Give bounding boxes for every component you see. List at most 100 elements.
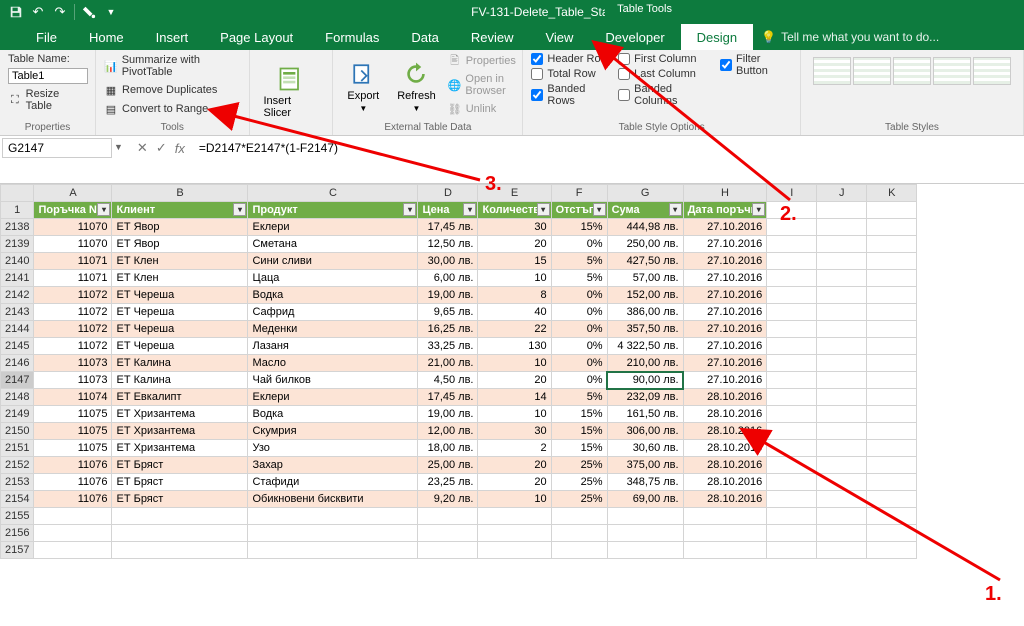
cell[interactable]: 25,00 лв.	[418, 457, 478, 474]
row-header[interactable]: 2139	[1, 236, 34, 253]
cell[interactable]: Захар	[248, 457, 418, 474]
cell[interactable]: 15%	[551, 219, 607, 236]
cell[interactable]: 27.10.2016	[683, 355, 767, 372]
cell[interactable]	[418, 508, 478, 525]
table-column-header[interactable]: Отстъпк▾	[551, 202, 607, 219]
cell[interactable]: Сафрид	[248, 304, 418, 321]
cell[interactable]: 11074	[34, 389, 112, 406]
cell[interactable]: 27.10.2016	[683, 304, 767, 321]
cell[interactable]	[767, 338, 817, 355]
cell[interactable]: ЕТ Бряст	[112, 474, 248, 491]
row-header[interactable]: 1	[1, 202, 34, 219]
cell[interactable]	[867, 440, 917, 457]
select-all-cell[interactable]	[1, 185, 34, 202]
refresh-button[interactable]: Refresh▼	[391, 53, 442, 120]
cell[interactable]: 17,45 лв.	[418, 219, 478, 236]
table-column-header[interactable]: Продукт▾	[248, 202, 418, 219]
cell[interactable]: 348,75 лв.	[607, 474, 683, 491]
cell[interactable]: 2	[478, 440, 551, 457]
cell[interactable]: 0%	[551, 355, 607, 372]
cell[interactable]: 10	[478, 270, 551, 287]
export-button[interactable]: Export▼	[341, 53, 385, 120]
cell[interactable]: 18,00 лв.	[418, 440, 478, 457]
cell[interactable]: Водка	[248, 406, 418, 423]
cell[interactable]	[418, 542, 478, 559]
cell[interactable]	[767, 423, 817, 440]
cell[interactable]: 11072	[34, 338, 112, 355]
filter-dropdown-icon[interactable]: ▾	[233, 203, 246, 216]
cell[interactable]: 11070	[34, 236, 112, 253]
row-header[interactable]: 2149	[1, 406, 34, 423]
cell[interactable]: 27.10.2016	[683, 338, 767, 355]
cell[interactable]: 16,25 лв.	[418, 321, 478, 338]
cell[interactable]: 27.10.2016	[683, 253, 767, 270]
cell[interactable]	[817, 219, 867, 236]
cell[interactable]	[112, 542, 248, 559]
cell[interactable]	[817, 525, 867, 542]
cell[interactable]	[248, 542, 418, 559]
cell[interactable]	[817, 406, 867, 423]
cell[interactable]	[817, 457, 867, 474]
row-header[interactable]: 2141	[1, 270, 34, 287]
cell[interactable]	[34, 542, 112, 559]
cell[interactable]	[867, 423, 917, 440]
cell[interactable]: ЕТ Череша	[112, 321, 248, 338]
cell[interactable]	[817, 270, 867, 287]
fx-icon[interactable]: fx	[175, 141, 185, 156]
column-header[interactable]: E	[478, 185, 551, 202]
total-row-checkbox[interactable]: Total Row	[531, 68, 612, 80]
cell[interactable]: 4,50 лв.	[418, 372, 478, 389]
cell[interactable]: 15	[478, 253, 551, 270]
cell[interactable]: 11075	[34, 406, 112, 423]
table-column-header[interactable]: Поръчка N▾	[34, 202, 112, 219]
cell[interactable]: 12,00 лв.	[418, 423, 478, 440]
cell[interactable]	[112, 508, 248, 525]
cell[interactable]: 0%	[551, 338, 607, 355]
cell[interactable]	[767, 406, 817, 423]
column-header[interactable]: I	[767, 185, 817, 202]
cell[interactable]	[767, 491, 817, 508]
cell[interactable]	[867, 338, 917, 355]
cell[interactable]: 27.10.2016	[683, 219, 767, 236]
cell[interactable]: Скумрия	[248, 423, 418, 440]
cell[interactable]	[767, 270, 817, 287]
table-column-header[interactable]: Количество▾	[478, 202, 551, 219]
cell[interactable]: ЕТ Явор	[112, 219, 248, 236]
cell[interactable]: 28.10.2016	[683, 389, 767, 406]
cell[interactable]: ЕТ Череша	[112, 304, 248, 321]
tab-view[interactable]: View	[529, 24, 589, 50]
cell[interactable]: 0%	[551, 236, 607, 253]
cell[interactable]	[767, 440, 817, 457]
cell[interactable]: ЕТ Череша	[112, 287, 248, 304]
cell[interactable]: Обикновени бисквити	[248, 491, 418, 508]
cell[interactable]: 11072	[34, 304, 112, 321]
cell[interactable]: 30,00 лв.	[418, 253, 478, 270]
cell[interactable]	[817, 287, 867, 304]
cell[interactable]	[767, 474, 817, 491]
cell[interactable]	[867, 270, 917, 287]
table-column-header[interactable]: Клиент▾	[112, 202, 248, 219]
cell[interactable]: Водка	[248, 287, 418, 304]
row-header[interactable]: 2156	[1, 525, 34, 542]
row-header[interactable]: 2143	[1, 304, 34, 321]
last-column-checkbox[interactable]: Last Column	[618, 68, 714, 80]
cell[interactable]: 444,98 лв.	[607, 219, 683, 236]
first-column-checkbox[interactable]: First Column	[618, 53, 714, 65]
cell[interactable]: 27.10.2016	[683, 321, 767, 338]
cell[interactable]	[867, 508, 917, 525]
cell[interactable]	[817, 338, 867, 355]
cell[interactable]	[551, 525, 607, 542]
cell[interactable]: 27.10.2016	[683, 270, 767, 287]
insert-slicer-button[interactable]: Insert Slicer	[258, 53, 325, 131]
filter-dropdown-icon[interactable]: ▾	[669, 203, 682, 216]
cell[interactable]: 57,00 лв.	[607, 270, 683, 287]
cell[interactable]	[867, 389, 917, 406]
cell[interactable]: Узо	[248, 440, 418, 457]
cell[interactable]: 14	[478, 389, 551, 406]
cell[interactable]	[478, 508, 551, 525]
row-header[interactable]: 2152	[1, 457, 34, 474]
cell[interactable]	[767, 457, 817, 474]
filter-button-checkbox[interactable]: Filter Button	[720, 53, 792, 77]
tab-page-layout[interactable]: Page Layout	[204, 24, 309, 50]
cell[interactable]	[767, 372, 817, 389]
